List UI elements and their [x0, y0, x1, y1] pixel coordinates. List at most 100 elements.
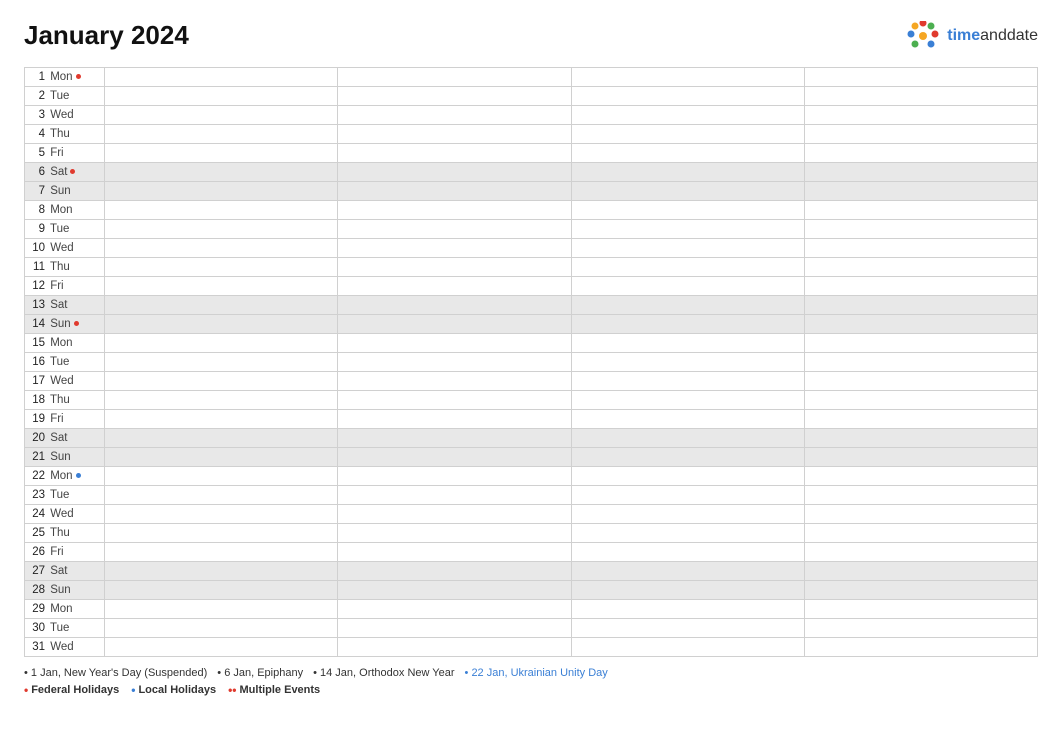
content-cell	[338, 581, 571, 600]
content-cell	[571, 106, 804, 125]
day-number: 23	[29, 489, 45, 501]
calendar-row: 9 Tue	[25, 220, 1038, 239]
calendar-row: 7 Sun	[25, 182, 1038, 201]
content-cell	[571, 600, 804, 619]
day-number: 3	[29, 109, 45, 121]
content-cell	[571, 505, 804, 524]
content-cell	[338, 448, 571, 467]
content-cell	[571, 239, 804, 258]
content-cell	[338, 106, 571, 125]
content-cell	[338, 505, 571, 524]
legend-label: Local Holidays	[138, 684, 216, 696]
content-cell	[105, 315, 338, 334]
calendar-row: 14 Sun	[25, 315, 1038, 334]
content-cell	[105, 277, 338, 296]
content-cell	[804, 68, 1037, 87]
day-name: Sun	[50, 584, 70, 596]
calendar-row: 29 Mon	[25, 600, 1038, 619]
content-cell	[571, 258, 804, 277]
calendar-row: 8 Mon	[25, 201, 1038, 220]
day-number: 5	[29, 147, 45, 159]
day-cell: 4 Thu	[25, 125, 105, 144]
day-name: Sun	[50, 318, 70, 330]
day-number: 7	[29, 185, 45, 197]
day-cell: 24 Wed	[25, 505, 105, 524]
day-cell: 20 Sat	[25, 429, 105, 448]
content-cell	[571, 144, 804, 163]
content-cell	[105, 220, 338, 239]
content-cell	[105, 505, 338, 524]
content-cell	[571, 619, 804, 638]
day-number: 19	[29, 413, 45, 425]
day-cell: 25 Thu	[25, 524, 105, 543]
content-cell	[105, 429, 338, 448]
day-number: 13	[29, 299, 45, 311]
content-cell	[105, 163, 338, 182]
content-cell	[105, 182, 338, 201]
day-name: Thu	[50, 128, 70, 140]
content-cell	[571, 543, 804, 562]
day-number: 9	[29, 223, 45, 235]
content-cell	[571, 315, 804, 334]
content-cell	[571, 391, 804, 410]
content-cell	[804, 87, 1037, 106]
holiday-indicator	[74, 321, 79, 326]
footer: • 1 Jan, New Year's Day (Suspended)• 6 J…	[24, 667, 1038, 697]
day-cell: 28 Sun	[25, 581, 105, 600]
content-cell	[338, 277, 571, 296]
calendar-row: 13 Sat	[25, 296, 1038, 315]
content-cell	[338, 163, 571, 182]
day-cell: 6 Sat	[25, 163, 105, 182]
content-cell	[105, 467, 338, 486]
content-cell	[338, 486, 571, 505]
content-cell	[804, 296, 1037, 315]
day-number: 24	[29, 508, 45, 520]
day-cell: 16 Tue	[25, 353, 105, 372]
day-number: 1	[29, 71, 45, 83]
calendar-row: 4 Thu	[25, 125, 1038, 144]
content-cell	[105, 619, 338, 638]
holiday-indicator	[76, 74, 81, 79]
day-number: 31	[29, 641, 45, 653]
calendar-row: 26 Fri	[25, 543, 1038, 562]
day-number: 4	[29, 128, 45, 140]
content-cell	[571, 201, 804, 220]
content-cell	[571, 353, 804, 372]
day-name: Sat	[50, 166, 67, 178]
day-cell: 14 Sun	[25, 315, 105, 334]
content-cell	[571, 68, 804, 87]
day-cell: 27 Sat	[25, 562, 105, 581]
day-cell: 18 Thu	[25, 391, 105, 410]
content-cell	[338, 562, 571, 581]
day-name: Fri	[50, 413, 63, 425]
logo-icon	[905, 21, 941, 51]
day-name: Mon	[50, 603, 72, 615]
calendar-row: 21 Sun	[25, 448, 1038, 467]
content-cell	[804, 600, 1037, 619]
content-cell	[571, 410, 804, 429]
logo-text: timeanddate	[947, 27, 1038, 45]
day-name: Fri	[50, 546, 63, 558]
content-cell	[338, 524, 571, 543]
content-cell	[338, 144, 571, 163]
legend-item: •Local Holidays	[131, 683, 216, 697]
content-cell	[571, 448, 804, 467]
day-number: 12	[29, 280, 45, 292]
content-cell	[804, 201, 1037, 220]
content-cell	[338, 125, 571, 144]
content-cell	[571, 182, 804, 201]
content-cell	[571, 372, 804, 391]
calendar-row: 22 Mon	[25, 467, 1038, 486]
day-number: 10	[29, 242, 45, 254]
legend-item: ••Multiple Events	[228, 683, 320, 697]
content-cell	[571, 467, 804, 486]
calendar-row: 27 Sat	[25, 562, 1038, 581]
day-number: 6	[29, 166, 45, 178]
day-name: Tue	[50, 356, 69, 368]
content-cell	[571, 581, 804, 600]
day-number: 30	[29, 622, 45, 634]
content-cell	[804, 619, 1037, 638]
content-cell	[804, 334, 1037, 353]
day-name: Fri	[50, 280, 63, 292]
content-cell	[338, 543, 571, 562]
